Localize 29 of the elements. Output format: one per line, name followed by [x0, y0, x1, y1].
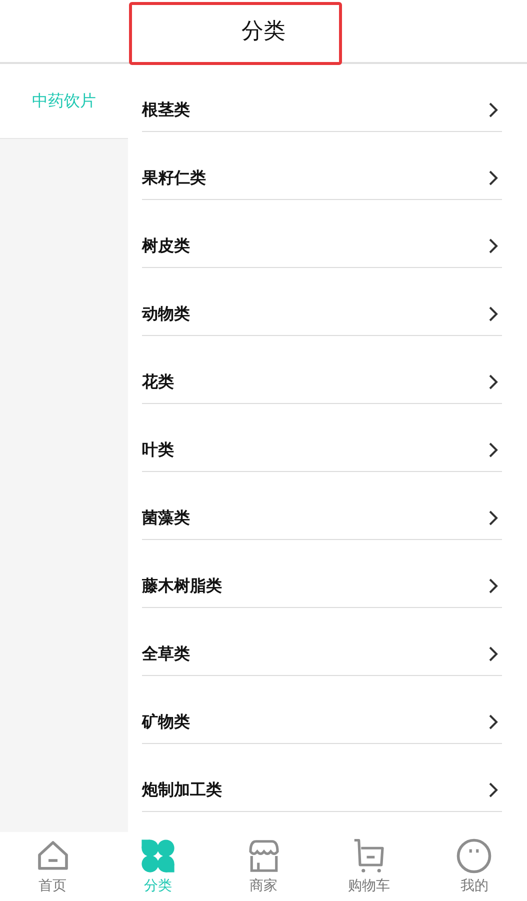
tab-bar-item[interactable]: 首页 [0, 832, 106, 901]
chevron-right-icon [488, 102, 498, 118]
category-row[interactable]: 花类 [142, 336, 502, 404]
category-row[interactable]: 根茎类 [142, 64, 502, 132]
tab-bar-item[interactable]: 商家 [210, 832, 316, 901]
chevron-right-icon [488, 442, 498, 458]
chevron-right-icon [488, 238, 498, 254]
category-row[interactable]: 叶类 [142, 404, 502, 472]
chevron-right-icon [488, 714, 498, 730]
face-icon [456, 838, 492, 874]
page-title: 分类 [240, 18, 286, 46]
chevron-right-icon [488, 374, 498, 390]
category-row[interactable]: 动物类 [142, 268, 502, 336]
category-row[interactable]: 树皮类 [142, 200, 502, 268]
category-row[interactable]: 菌藻类 [142, 472, 502, 540]
category-row[interactable]: 全草类 [142, 608, 502, 676]
tab-bar-item[interactable]: 我的 [422, 832, 527, 901]
chevron-right-icon [488, 578, 498, 594]
category-row[interactable]: 藤木树脂类 [142, 540, 502, 608]
category-row[interactable]: 果籽仁类 [142, 132, 502, 200]
four-petal-icon [140, 838, 176, 874]
chevron-right-icon [488, 170, 498, 186]
chevron-right-icon [488, 782, 498, 798]
chevron-right-icon [488, 646, 498, 662]
tab-bar-item[interactable]: 购物车 [316, 832, 422, 901]
chevron-right-icon [488, 510, 498, 526]
chevron-right-icon [488, 306, 498, 322]
category-row[interactable]: 炮制加工类 [142, 744, 502, 812]
category-row[interactable]: 矿物类 [142, 676, 502, 744]
